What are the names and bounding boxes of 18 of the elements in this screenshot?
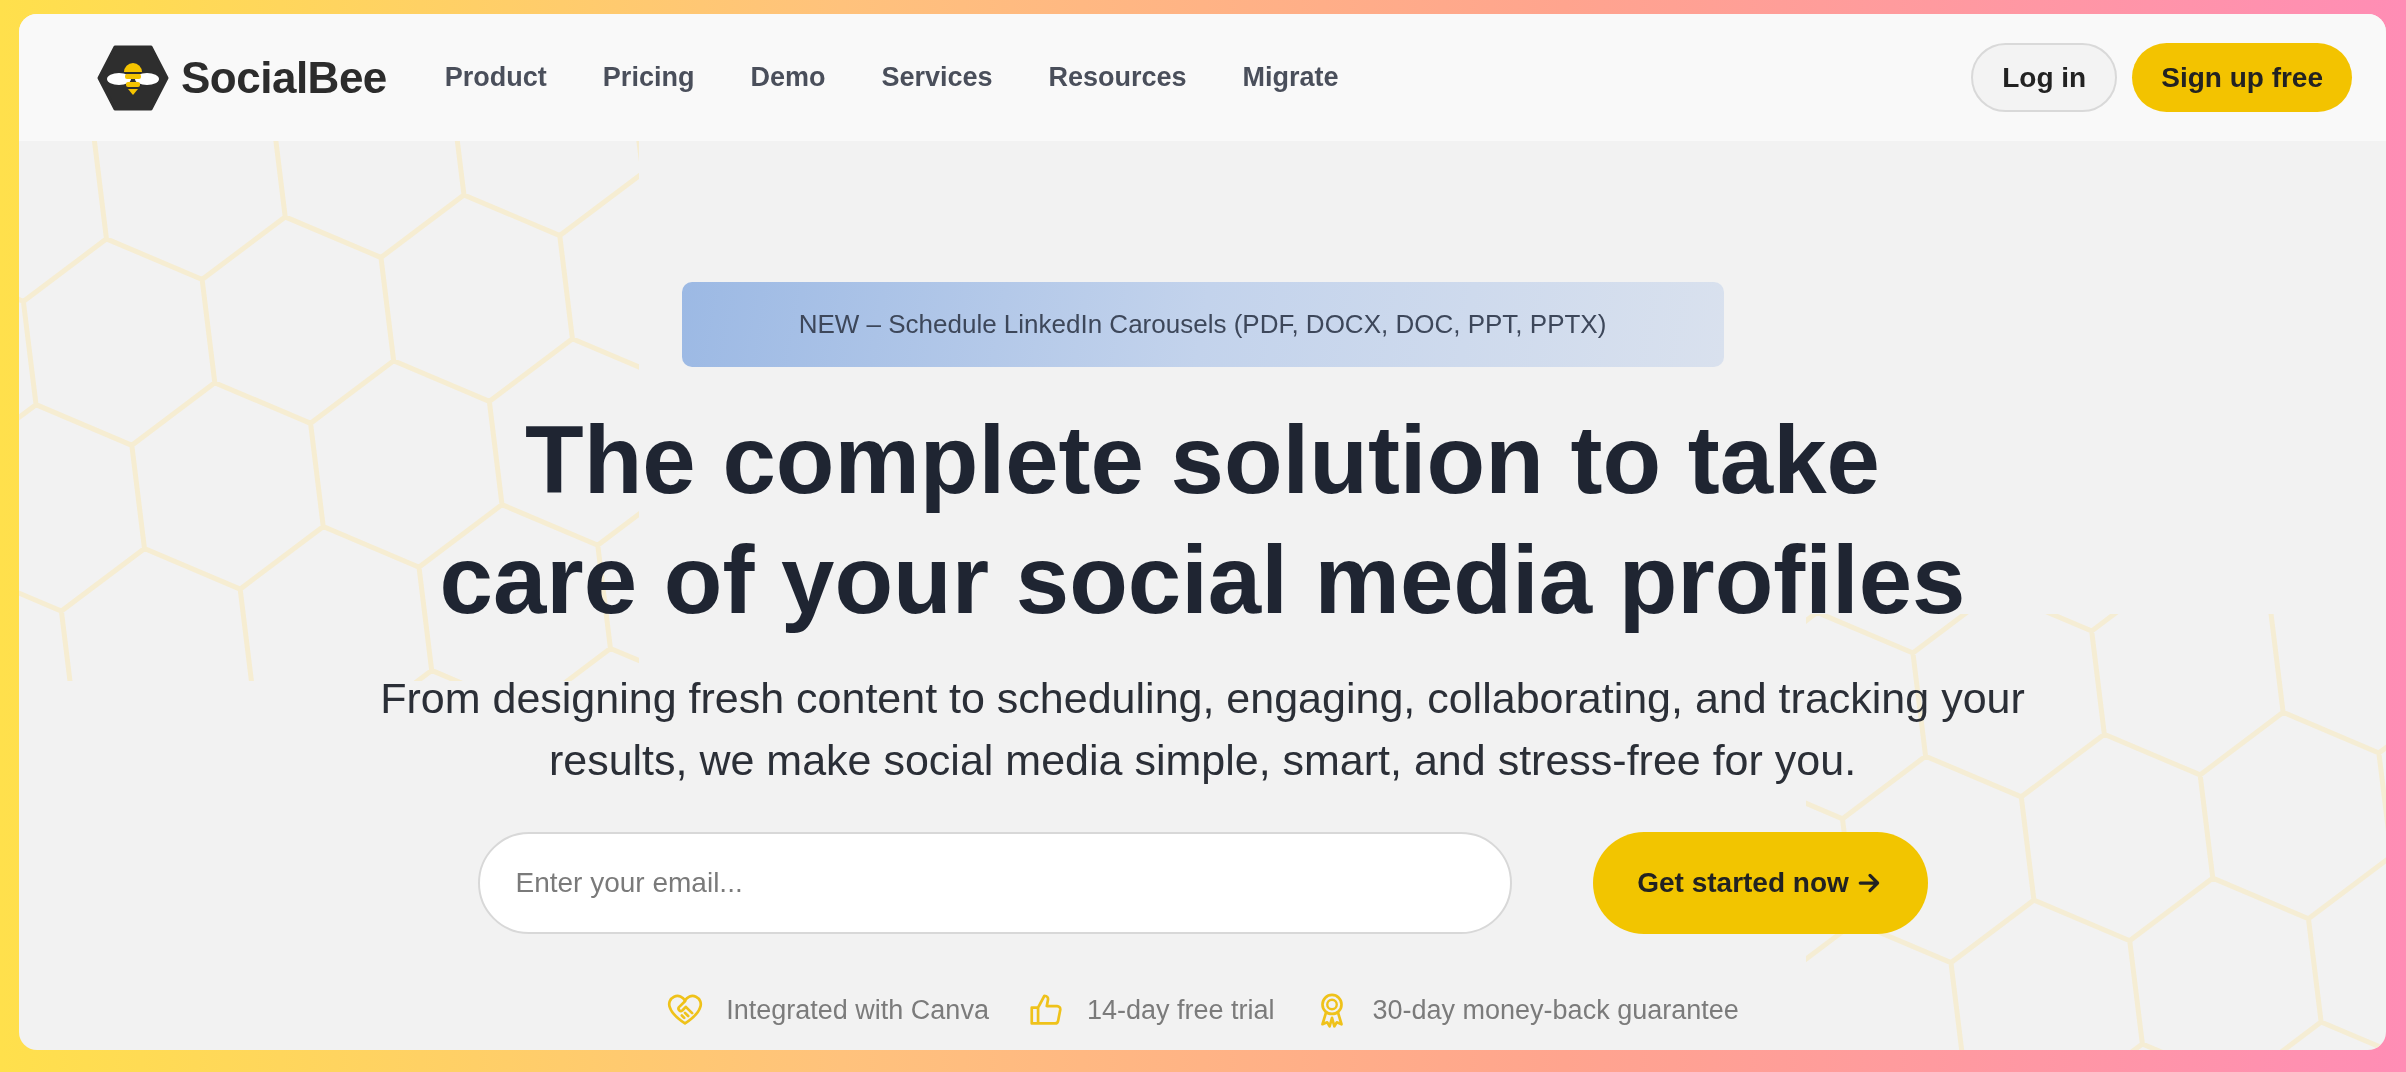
nav-link[interactable]: Migrate: [1242, 62, 1339, 93]
feature-text: Integrated with Canva: [726, 994, 989, 1026]
nav-link[interactable]: Pricing: [602, 62, 695, 93]
log-in-button[interactable]: Log in: [1971, 43, 2118, 112]
sign-up-button[interactable]: Sign up free: [2132, 43, 2352, 112]
nav-link[interactable]: Demo: [750, 62, 826, 93]
announcement-banner[interactable]: NEW – Schedule LinkedIn Carousels (PDF, DOCX, DOC, PPT, PPTX): [681, 282, 1724, 367]
nav-link[interactable]: Product: [444, 62, 547, 93]
hero-heading: The complete solution to take care of your social media profiles: [438, 405, 1967, 635]
email-input[interactable]: Enter your email...: [477, 832, 1512, 934]
nav-link[interactable]: Resources: [1048, 62, 1187, 93]
feature-text: 14-day free trial: [1086, 994, 1275, 1026]
feature-text: 30-day money-back guarantee: [1372, 994, 1739, 1026]
nav-link[interactable]: Services: [881, 62, 993, 93]
get-started-button[interactable]: Get started now: [1592, 832, 1928, 934]
brand-name[interactable]: SocialBee: [181, 52, 387, 103]
bee-logo-icon[interactable]: [97, 44, 169, 111]
hero-description: From designing fresh content to scheduling, engaging, collaborating, and tracking your results, we make social media simple, smart, and stress-free for you.: [379, 673, 2026, 786]
